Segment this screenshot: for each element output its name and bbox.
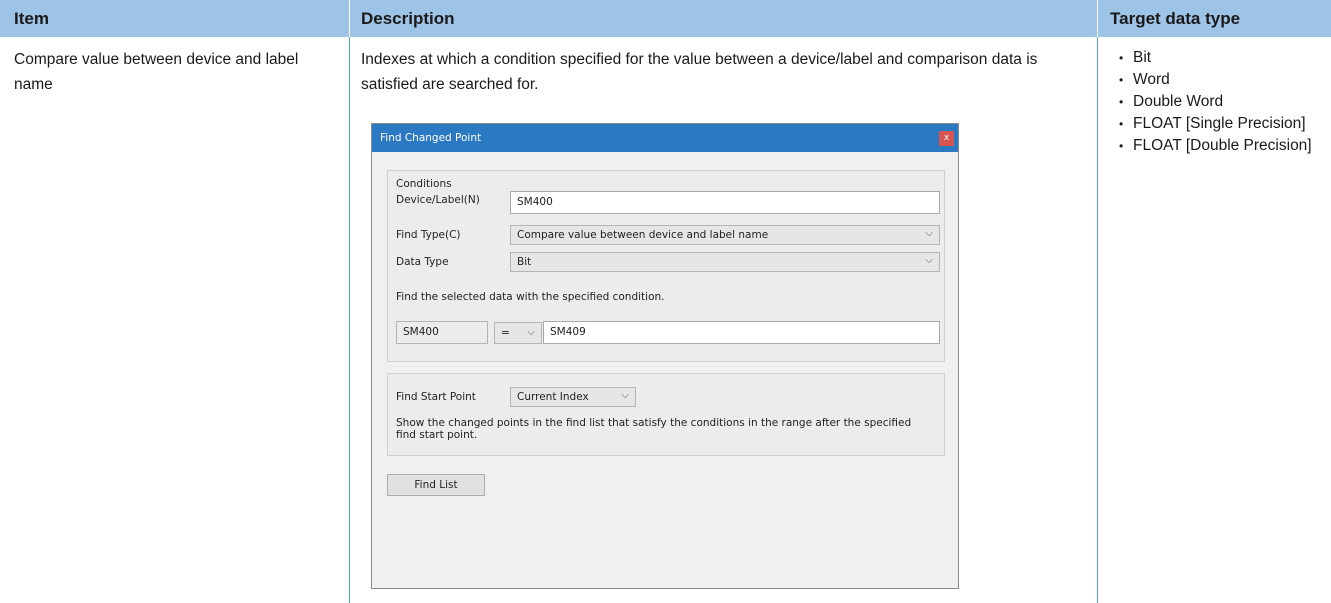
find-start-group: Find Start Point Current Index ⌵ Show th… [387, 373, 945, 456]
right-operand-input[interactable]: SM409 [543, 321, 940, 344]
find-start-value: Current Index [517, 391, 589, 403]
operator-value: = [501, 327, 510, 339]
note-line-2: find start point. [396, 429, 478, 441]
device-label: Device/Label(N) [396, 194, 480, 206]
header-target-type: Target data type [1098, 0, 1331, 37]
operator-select[interactable]: = ⌵ [494, 322, 542, 344]
find-start-select[interactable]: Current Index ⌵ [510, 387, 636, 407]
item-cell: Compare value between device and label n… [14, 51, 299, 93]
data-type-select[interactable]: Bit ⌵ [510, 252, 940, 272]
left-operand: SM400 [396, 321, 488, 344]
close-button[interactable]: x [939, 131, 954, 146]
chevron-down-icon: ⌵ [527, 327, 535, 338]
find-type-label: Find Type(C) [396, 229, 461, 241]
header-item-label: Item [14, 9, 49, 28]
find-type-select[interactable]: Compare value between device and label n… [510, 225, 940, 245]
note-line-1: Show the changed points in the find list… [396, 417, 912, 429]
column-divider [1097, 37, 1098, 603]
list-item: FLOAT [Double Precision] [1119, 135, 1319, 157]
header-item: Item [0, 0, 349, 37]
chevron-down-icon: ⌵ [925, 228, 933, 239]
dialog-title: Find Changed Point [380, 132, 482, 144]
conditions-label: Conditions [396, 178, 452, 190]
find-list-button[interactable]: Find List [387, 474, 485, 496]
header-description: Description [350, 0, 1097, 37]
find-changed-point-dialog: Find Changed Point x Conditions Device/L… [371, 123, 959, 589]
header-target-type-label: Target data type [1110, 9, 1241, 28]
chevron-down-icon: ⌵ [621, 390, 629, 401]
list-item: Bit [1119, 47, 1319, 69]
left-operand-value: SM400 [403, 326, 439, 338]
find-type-value: Compare value between device and label n… [517, 229, 769, 241]
chevron-down-icon: ⌵ [925, 255, 933, 266]
right-operand-value: SM409 [550, 326, 586, 338]
data-type-label: Data Type [396, 256, 449, 268]
specification-table: Item Description Target data type Compar… [0, 0, 1331, 603]
device-input-value: SM400 [517, 196, 553, 208]
device-input[interactable]: SM400 [510, 191, 940, 214]
data-type-value: Bit [517, 256, 532, 268]
column-divider [349, 37, 350, 603]
instruction-text: Find the selected data with the specifie… [396, 291, 665, 303]
header-description-label: Description [361, 9, 455, 28]
description-cell: Indexes at which a condition specified f… [361, 51, 1038, 93]
list-item: Double Word [1119, 91, 1319, 113]
list-item: FLOAT [Single Precision] [1119, 113, 1319, 135]
find-start-label: Find Start Point [396, 391, 476, 403]
list-item: Word [1119, 69, 1319, 91]
target-type-list: Bit Word Double Word FLOAT [Single Preci… [1119, 47, 1319, 157]
dialog-titlebar[interactable]: Find Changed Point x [372, 124, 958, 152]
conditions-group: Conditions Device/Label(N) SM400 Find Ty… [387, 170, 945, 362]
